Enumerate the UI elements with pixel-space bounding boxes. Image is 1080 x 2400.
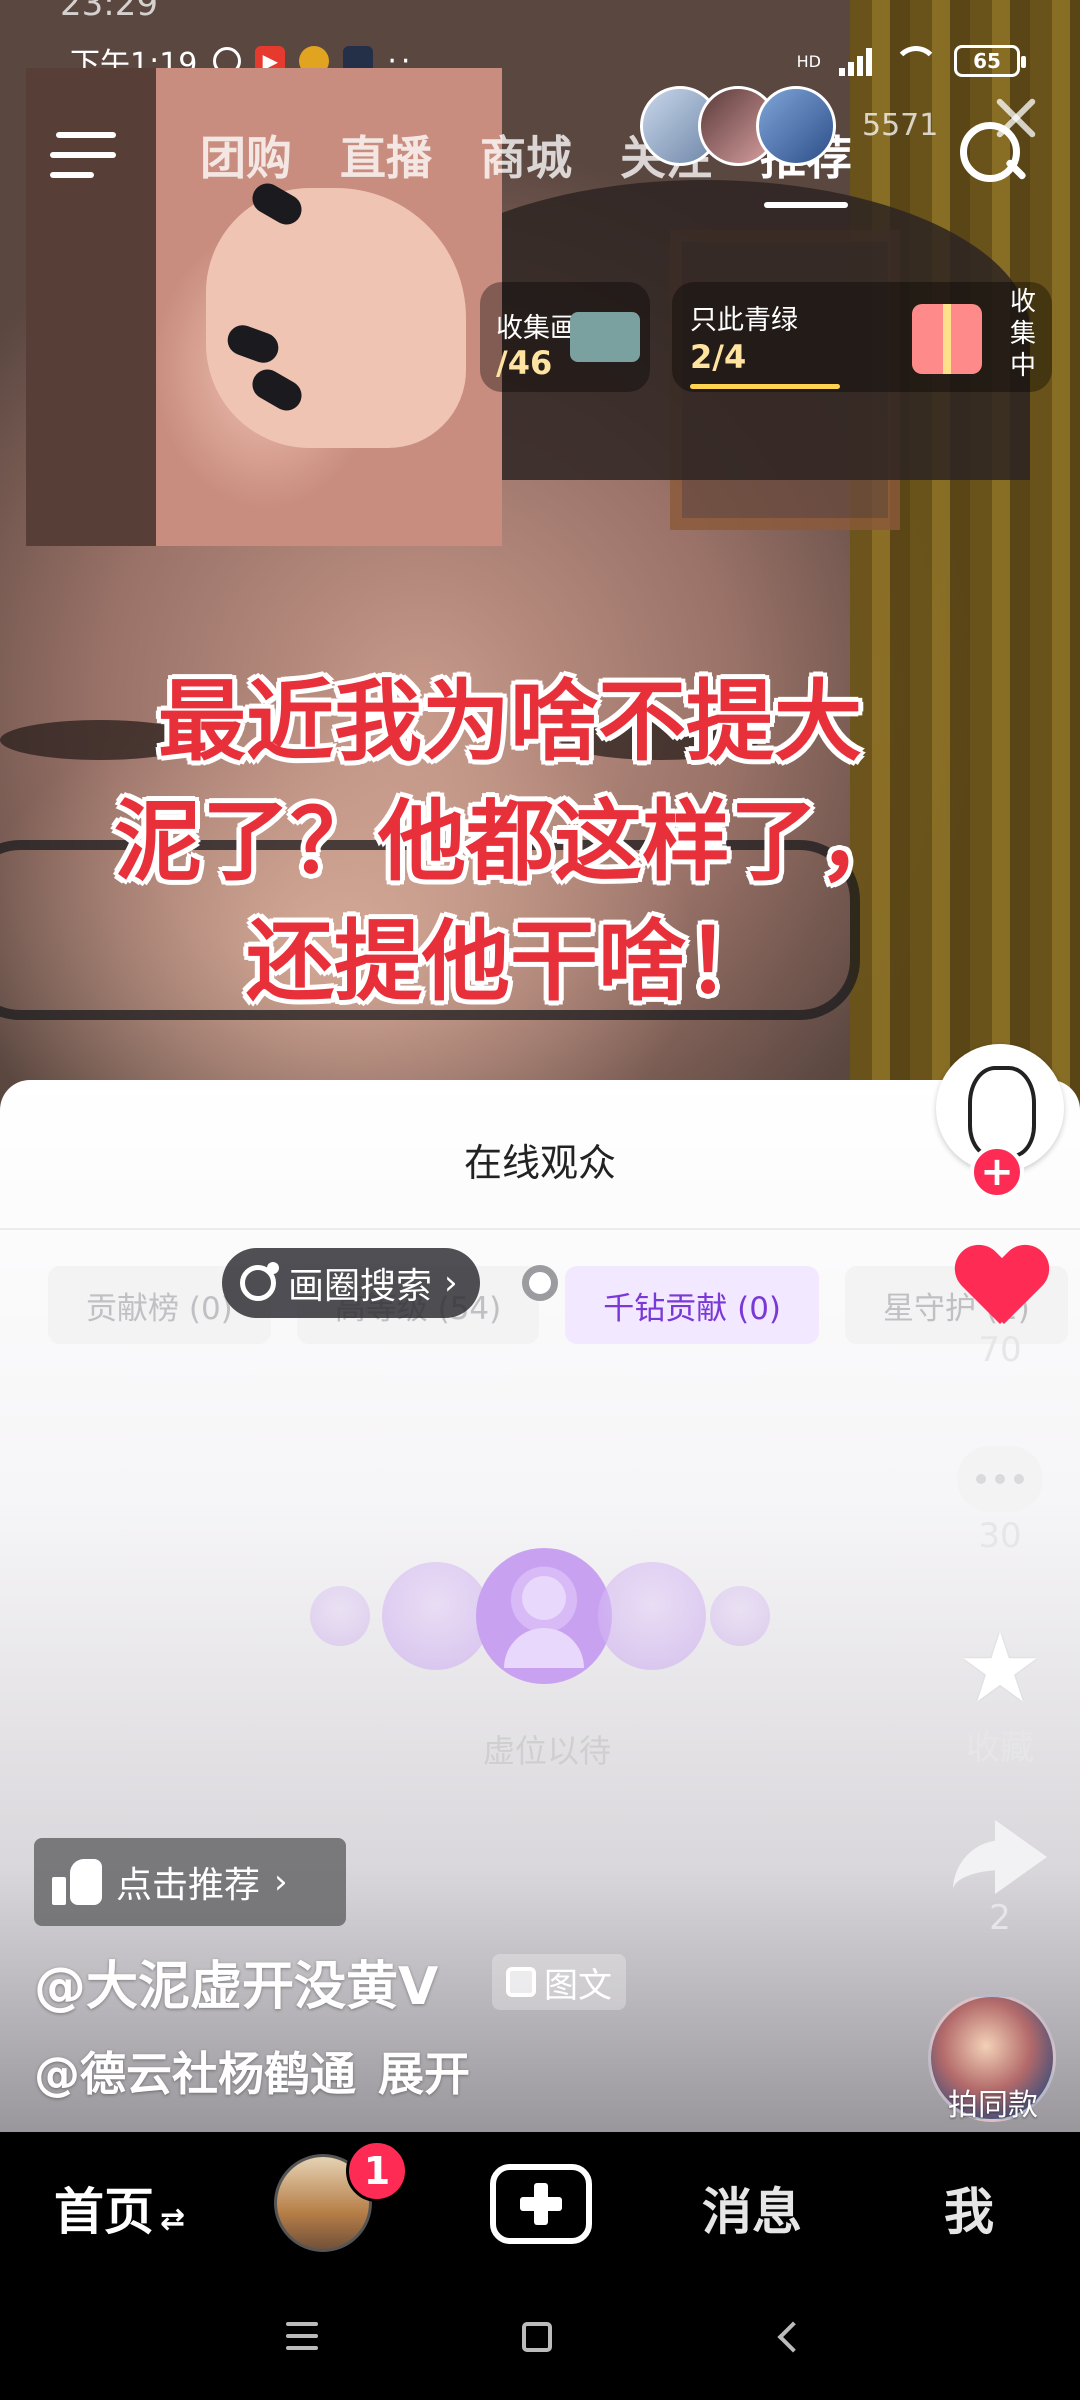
sheet-title: 在线观众 [463,1141,616,1185]
placeholder-avatars [310,1548,770,1688]
star-icon: ★ [956,1612,1044,1724]
post-description: @德云社杨鹤通 展开 [34,2038,470,2104]
scroll-collection-chip[interactable]: 收集画卷 /46 [480,282,650,392]
favorite-button[interactable]: ★ 收藏 [936,1620,1064,1769]
audience-tabs: 贡献榜 (0) 高等级 (54) 千钻贡献 (0) 星守护 (2) [48,1266,1068,1344]
chevron-right-icon: › [274,1862,288,1902]
green-value: 2/4 [690,338,747,376]
circle-search-icon [240,1262,279,1301]
nav-home[interactable]: 首页 ⇄ [54,2172,185,2244]
scroll-value: /46 [496,344,553,382]
caption-line-3: 还提他干啥！ [245,910,774,1013]
menu-icon[interactable] [50,128,120,182]
comment-count: 30 [978,1516,1022,1556]
author-name[interactable]: @大泥虚开没黄V [34,1944,438,2019]
wifi-icon [890,46,939,76]
live-viewer-avatars[interactable] [640,86,836,166]
share-icon [953,1820,1047,1894]
placeholder-text: 虚位以待 [482,1732,611,1770]
like-count: 70 [978,1330,1022,1370]
top-nav: 团购 直播 商城 关注 推荐 5571 [0,86,1080,210]
expand-button[interactable]: 展开 [378,2047,470,2101]
post-type-label: 图文 [544,1965,612,2006]
comment-icon [957,1446,1043,1512]
caption-line-2: 泥了？他都这样了， [113,790,906,893]
green-collection-chip[interactable]: 只此青绿 2/4 收集中 [672,282,1052,392]
collecting-label: 收集中 [1010,287,1037,381]
status-clipped-time: 23:29 [60,0,158,24]
tab-group-buy[interactable]: 团购 [200,122,292,188]
creator-avatar-face [968,1066,1036,1158]
follow-plus-icon[interactable]: + [970,1145,1024,1199]
circle-search-handle-icon[interactable] [522,1265,558,1301]
post-type-badge: 图文 [492,1954,626,2010]
home-icon[interactable] [522,2322,552,2352]
comment-button[interactable]: 30 [936,1446,1064,1556]
network-type-label: HD [796,51,821,71]
image-text-icon [506,1967,536,1997]
tab-mall[interactable]: 商城 [480,122,572,188]
viewer-count: 5571 [862,108,939,143]
nav-home-label: 首页 [54,2183,154,2241]
placeholder-avatar [598,1562,706,1670]
bottom-nav: 首页 ⇄ 1 消息 我 [0,2132,1080,2278]
circle-search-button[interactable]: 画圈搜索 › [222,1248,480,1318]
gift-icon [912,304,982,374]
placeholder-avatar [710,1586,770,1646]
share-button[interactable]: 2 [936,1820,1064,1938]
sheet-divider [0,1228,1080,1230]
same-style-label: 拍同款 [948,2088,1038,2123]
tab-live[interactable]: 直播 [340,122,432,188]
placeholder-avatar [382,1562,490,1670]
like-button[interactable]: 70 [936,1246,1064,1370]
recommend-label: 点击推荐 [116,1865,261,1906]
signal-icon [839,46,872,76]
heart-icon [956,1246,1044,1326]
tab-diamond-contribution[interactable]: 千钻贡献 (0) [565,1266,820,1344]
avatar [756,86,836,166]
recommend-button[interactable]: 点击推荐 › [34,1838,346,1926]
placeholder-avatar-main [476,1548,612,1684]
chevron-right-icon: › [444,1263,458,1303]
swap-icon: ⇄ [160,2202,186,2237]
pip-hand [206,188,466,448]
battery-icon: 65 [954,45,1026,77]
video-caption: 最近我为啥不提大 泥了？他都这样了， 还提他干啥！ [60,662,960,1022]
system-nav [0,2278,1080,2400]
placeholder-avatar [310,1586,370,1646]
scroll-icon [570,312,640,362]
thumbs-up-icon [52,1859,102,1905]
caption-line-1: 最近我为啥不提大 [157,670,862,773]
circle-search-label: 画圈搜索 [288,1266,433,1307]
status-right: HD 65 [796,45,1026,77]
recent-apps-icon[interactable] [284,2316,324,2356]
green-progress-bar [690,384,840,389]
favorite-label: 收藏 [966,1728,1034,1768]
notification-badge: 1 [346,2140,408,2202]
back-icon[interactable] [770,2316,810,2356]
nav-me[interactable]: 我 [944,2172,994,2244]
nav-messages[interactable]: 消息 [702,2172,802,2244]
search-icon[interactable] [960,122,1024,186]
green-label: 只此青绿 [690,305,798,336]
create-button[interactable] [490,2164,592,2244]
mention-link[interactable]: @德云社杨鹤通 [34,2047,356,2101]
